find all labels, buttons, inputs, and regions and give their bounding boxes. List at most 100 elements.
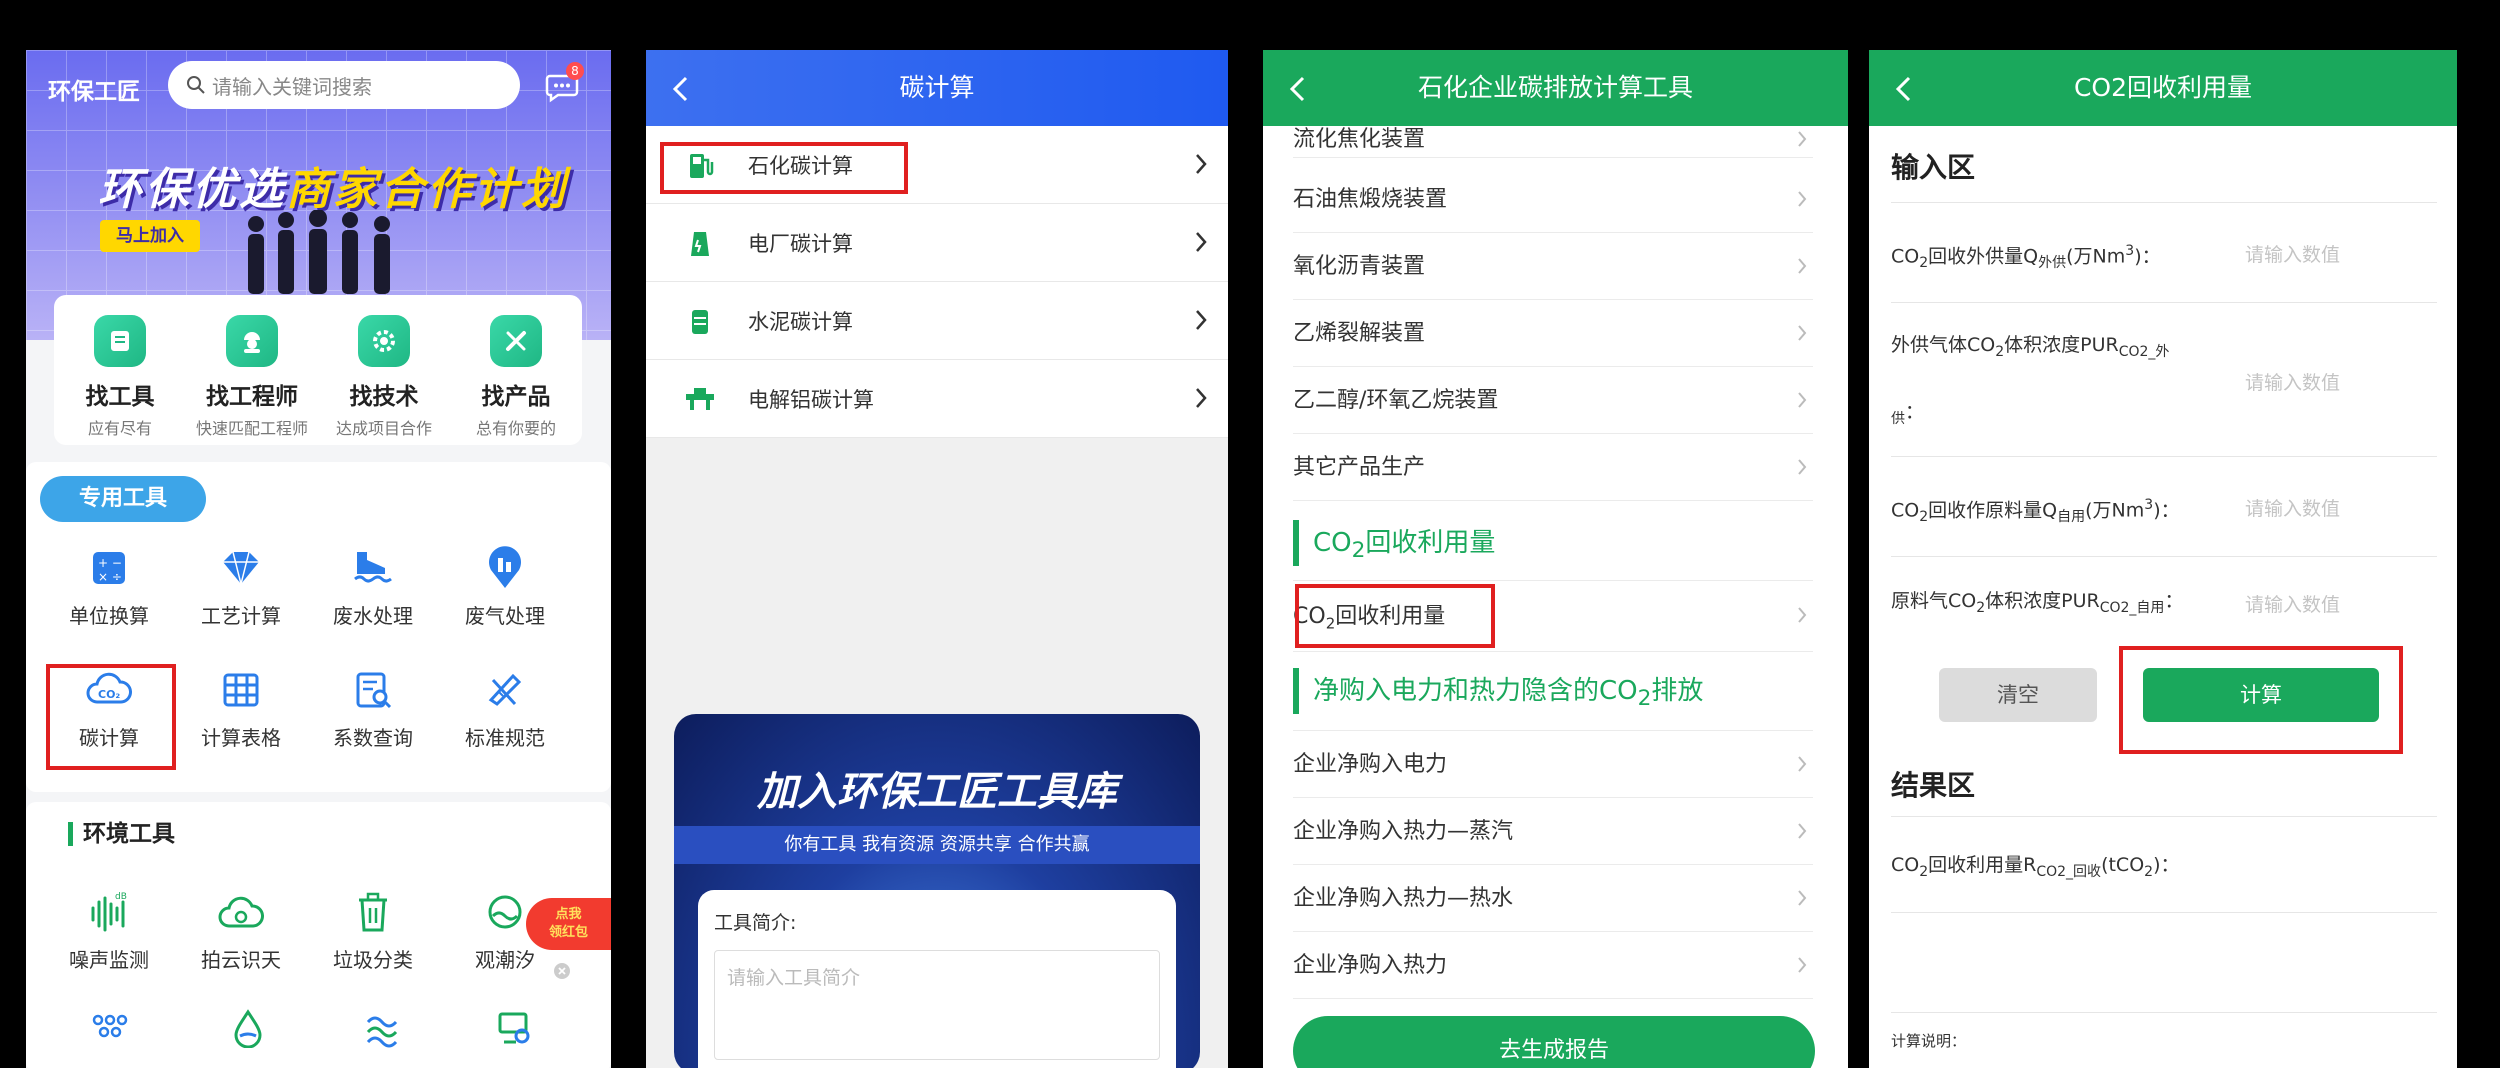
card-find-tech[interactable]: 找技术 达成项目合作	[319, 315, 449, 439]
join-tool-library-card[interactable]: 加入环保工匠工具库 你有工具 我有资源 资源共享 合作共赢 工具简介: 请输入工…	[674, 714, 1200, 1068]
section-co2-recovery: CO2回收利用量	[1293, 520, 1495, 566]
toolbox-icon	[94, 315, 146, 367]
list-item[interactable]: 企业净购入热力	[1293, 932, 1813, 999]
carbon-calc-screen: 碳计算 石化碳计算 电厂碳计算 水泥碳计算 电解铝碳计算 加入环保工匠工具库 你…	[646, 50, 1228, 1068]
list-item[interactable]: 流化焦化装置	[1293, 126, 1813, 158]
feed-purity-input[interactable]: 请输入数值	[2245, 590, 2340, 617]
list-item[interactable]: 其它产品生产	[1293, 434, 1813, 501]
list-item[interactable]: 企业净购入热力—蒸汽	[1293, 798, 1813, 865]
list-item[interactable]: 石油焦煅烧装置	[1293, 166, 1813, 233]
banner-title: 环保优选商家合作计划	[98, 164, 568, 215]
generate-report-button[interactable]: 去生成报告	[1293, 1016, 1815, 1068]
close-icon[interactable]	[553, 962, 571, 980]
tool-intro-input[interactable]: 请输入工具简介	[714, 950, 1160, 1060]
wave-icon[interactable]	[362, 1008, 402, 1048]
list-item-label: 电厂碳计算	[748, 231, 853, 256]
card-title: 找工程师	[206, 384, 298, 410]
card-title: 找产品	[481, 384, 551, 410]
card-subtitle: 应有尽有	[87, 419, 152, 438]
tide-icon	[488, 895, 522, 929]
power-plant-icon	[691, 231, 709, 256]
divider	[1891, 456, 2437, 457]
chevron-right-icon	[1798, 131, 1807, 147]
card-title: 找技术	[349, 384, 419, 410]
tool-waste-gas[interactable]: 废气处理	[440, 544, 570, 629]
card-subtitle: 你有工具 我有资源 资源共享 合作共赢	[674, 826, 1200, 864]
app-brand: 环保工匠	[48, 79, 140, 105]
tool-label: 系数查询	[333, 726, 413, 750]
field-label-feed-purity: 原料气CO2体积浓度PURCO2_自用：	[1891, 590, 2184, 616]
card-find-products[interactable]: 找产品 总有你要的	[451, 315, 581, 439]
red-packet-promo[interactable]: 点我 领红包	[526, 898, 611, 950]
nav-bar: CO2回收利用量	[1869, 50, 2457, 126]
home-screen: 环保工匠 请输入关键词搜索 8 环保优选商家合作计划 马上加入 找工具 应有尽有…	[26, 50, 611, 1068]
card-find-tools[interactable]: 找工具 应有尽有	[55, 315, 185, 439]
result-area-title: 结果区	[1891, 769, 1976, 802]
card-title: 找工具	[85, 384, 155, 410]
field-label-export-volume: CO2回收外供量Q外供(万Nm3)：	[1891, 243, 2161, 272]
card-subtitle: 达成项目合作	[335, 419, 432, 438]
cloud-icon	[218, 896, 264, 928]
tool-wastewater[interactable]: 废水处理	[308, 544, 438, 629]
ruler-pencil-icon	[488, 673, 522, 706]
divider	[1891, 912, 2437, 913]
search-icon	[187, 76, 205, 94]
divider	[1891, 202, 2437, 203]
tool-coefficient-query[interactable]: 系数查询	[308, 666, 438, 751]
highlight-carbon-calc	[46, 664, 176, 770]
tool-garbage-sorting[interactable]: 垃圾分类	[308, 888, 438, 973]
export-volume-input[interactable]: 请输入数值	[2245, 240, 2340, 267]
section-purchased-power: 净购入电力和热力隐含的CO2排放	[1293, 668, 1703, 714]
divider	[1891, 1012, 2437, 1013]
tool-process-calc[interactable]: 工艺计算	[176, 544, 306, 629]
tool-cloud-recognition[interactable]: 拍云识天	[176, 888, 306, 973]
sound-wave-icon: dB	[91, 892, 127, 932]
quick-cards: 找工具 应有尽有 找工程师 快速匹配工程师 找技术 达成项目合作 找产品 总有你…	[54, 295, 582, 445]
wrench-icon	[490, 315, 542, 367]
highlight-co2-recovery	[1295, 584, 1495, 648]
tool-label: 工艺计算	[201, 604, 281, 628]
export-purity-input[interactable]: 请输入数值	[2245, 368, 2340, 395]
list-item-power-plant[interactable]: 电厂碳计算	[646, 204, 1228, 282]
tool-unit-conversion[interactable]: + − × ÷ 单位换算	[44, 544, 174, 629]
list-item[interactable]: 企业净购入电力	[1293, 731, 1813, 798]
tool-label: 拍云识天	[201, 948, 281, 972]
list-item-aluminum[interactable]: 电解铝碳计算	[646, 360, 1228, 438]
svg-text:dB: dB	[115, 892, 127, 902]
cement-icon	[692, 309, 708, 334]
tool-noise[interactable]: dB 噪声监测	[44, 888, 174, 973]
tool-calc-table[interactable]: 计算表格	[176, 666, 306, 751]
table-icon	[223, 673, 259, 707]
selfuse-volume-input[interactable]: 请输入数值	[2245, 494, 2340, 521]
electrolysis-icon	[686, 387, 714, 410]
result-label-co2-recovery: CO2回收利用量RCO2_回收(tCO2)：	[1891, 854, 2180, 880]
clear-button[interactable]: 清空	[1939, 668, 2097, 722]
monitor-person-icon[interactable]	[494, 1008, 534, 1048]
svg-text:+ −: + −	[98, 556, 122, 570]
list-item[interactable]: 氧化沥青装置	[1293, 233, 1813, 300]
input-area-title: 输入区	[1891, 151, 1976, 184]
card-subtitle: 快速匹配工程师	[195, 419, 308, 438]
card-find-engineer[interactable]: 找工程师 快速匹配工程师	[187, 315, 317, 439]
field-label-selfuse-volume: CO2回收作原料量Q自用(万Nm3)：	[1891, 497, 2180, 526]
tool-label: 废气处理	[465, 604, 545, 628]
search-input[interactable]: 请输入关键词搜索	[168, 61, 520, 109]
list-item[interactable]: 企业净购入热力—热水	[1293, 865, 1813, 932]
nav-bar: 碳计算	[646, 50, 1228, 126]
list-item-cement[interactable]: 水泥碳计算	[646, 282, 1228, 360]
calculator-icon: + −× ÷	[93, 552, 125, 584]
page-title: CO2回收利用量	[2073, 73, 2253, 102]
chevron-right-icon	[1798, 890, 1807, 906]
highlight-calculate	[2119, 646, 2403, 754]
water-drop-icon[interactable]	[230, 1008, 266, 1048]
molecule-icon[interactable]	[88, 1008, 132, 1048]
list-item[interactable]: 乙烯裂解装置	[1293, 300, 1813, 367]
join-button[interactable]: 马上加入	[100, 220, 200, 252]
divider	[1293, 580, 1813, 581]
tool-label: 标准规范	[465, 726, 545, 750]
factory-pin-icon	[489, 546, 521, 588]
doc-search-icon	[356, 672, 392, 709]
tool-standards[interactable]: 标准规范	[440, 666, 570, 751]
chevron-right-icon	[1196, 232, 1207, 252]
list-item[interactable]: 乙二醇/环氧乙烷装置	[1293, 367, 1813, 434]
